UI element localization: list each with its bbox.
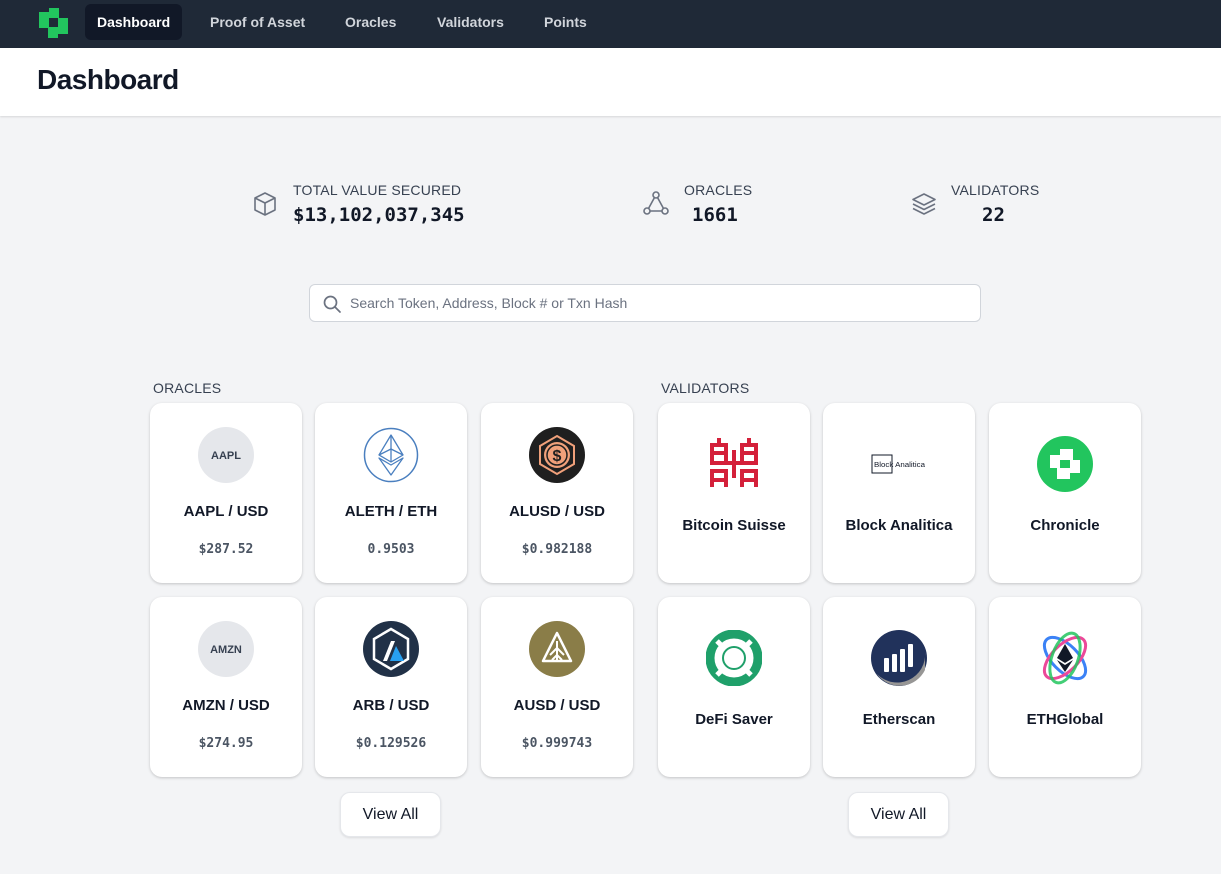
validators-section-title: VALIDATORS	[661, 380, 750, 396]
oracle-card-amzn-usd[interactable]: AMZN AMZN / USD $274.95	[150, 597, 302, 777]
aapl-logo-text: AAPL	[211, 450, 241, 462]
validator-card-bitcoin-suisse[interactable]: Bitcoin Suisse	[658, 403, 810, 583]
alusd-icon: $	[529, 427, 585, 483]
oracle-price: $274.95	[198, 736, 254, 751]
oracle-price: $0.982188	[521, 542, 593, 557]
aapl-logo-icon: AAPL	[198, 427, 254, 483]
oracle-card-aapl-usd[interactable]: AAPL AAPL / USD $287.52	[150, 403, 302, 583]
oracle-pair-name: ARB / USD	[352, 697, 430, 714]
nav-item-points[interactable]: Points	[532, 4, 599, 40]
oracle-card-aleth-eth[interactable]: ALETH / ETH 0.9503	[315, 403, 467, 583]
nav-item-validators[interactable]: Validators	[425, 4, 516, 40]
search-icon	[323, 295, 341, 313]
oracle-price: $287.52	[198, 542, 254, 557]
stat-label: ORACLES	[684, 182, 753, 198]
bitcoin-suisse-icon	[710, 438, 758, 488]
oracle-price: $0.129526	[355, 736, 427, 751]
block-analitica-logo-text: Block Analitica	[874, 462, 925, 469]
nodes-icon	[643, 191, 669, 215]
nav-item-proof-of-asset[interactable]: Proof of Asset	[198, 4, 317, 40]
validator-name: Chronicle	[1030, 517, 1100, 534]
ethglobal-icon	[1042, 631, 1088, 685]
etherscan-icon	[871, 630, 927, 686]
oracle-pair-name: AMZN / USD	[182, 697, 270, 714]
oracle-card-arb-usd[interactable]: ARB / USD $0.129526	[315, 597, 467, 777]
oracles-view-all-button[interactable]: View All	[340, 792, 441, 837]
validator-name: Etherscan	[862, 711, 936, 728]
page-title: Dashboard	[37, 64, 179, 95]
nav-item-dashboard[interactable]: Dashboard	[85, 4, 183, 40]
nav-item-oracles[interactable]: Oracles	[333, 4, 408, 40]
stat-label: VALIDATORS	[951, 182, 1040, 198]
top-nav: Dashboard Proof of Asset Oracles Validat…	[0, 0, 1221, 48]
validator-card-block-analitica[interactable]: Block Analitica Block Analitica	[823, 403, 975, 583]
defi-saver-icon	[706, 630, 762, 686]
oracle-pair-name: AAPL / USD	[183, 503, 269, 520]
oracle-pair-name: ALETH / ETH	[344, 503, 438, 520]
ausd-icon	[529, 621, 585, 677]
stat-value: 1661	[692, 204, 738, 226]
stat-value: 22	[982, 204, 1005, 226]
chronicle-logo-icon[interactable]	[37, 6, 70, 39]
page-header: Dashboard	[0, 48, 1221, 116]
validator-name: Block Analitica	[845, 517, 953, 534]
validator-name: ETHGlobal	[1026, 711, 1104, 728]
cube-icon	[254, 192, 276, 216]
stat-value: $13,102,037,345	[293, 204, 465, 226]
layers-icon	[912, 193, 936, 215]
search-box[interactable]	[309, 284, 981, 322]
validator-name: DeFi Saver	[695, 711, 773, 728]
oracle-pair-name: AUSD / USD	[513, 697, 601, 714]
oracle-card-alusd-usd[interactable]: $ ALUSD / USD $0.982188	[481, 403, 633, 583]
oracle-price: 0.9503	[367, 542, 415, 557]
oracle-pair-name: ALUSD / USD	[509, 503, 605, 520]
ethereum-icon	[363, 427, 419, 483]
svg-text:$: $	[553, 448, 562, 465]
amzn-logo-icon: AMZN	[198, 621, 254, 677]
chronicle-icon	[1037, 436, 1093, 492]
oracles-section-title: ORACLES	[153, 380, 222, 396]
validator-card-ethglobal[interactable]: ETHGlobal	[989, 597, 1141, 777]
amzn-logo-text: AMZN	[210, 644, 242, 656]
arbitrum-icon	[363, 621, 419, 677]
oracle-price: $0.999743	[521, 736, 593, 751]
validator-card-defi-saver[interactable]: DeFi Saver	[658, 597, 810, 777]
validators-view-all-button[interactable]: View All	[848, 792, 949, 837]
validator-name: Bitcoin Suisse	[682, 517, 786, 534]
validator-card-chronicle[interactable]: Chronicle	[989, 403, 1141, 583]
block-analitica-icon: Block Analitica	[871, 454, 925, 474]
validator-card-etherscan[interactable]: Etherscan	[823, 597, 975, 777]
oracle-card-ausd-usd[interactable]: AUSD / USD $0.999743	[481, 597, 633, 777]
search-input[interactable]	[350, 285, 970, 321]
stat-label: TOTAL VALUE SECURED	[293, 182, 462, 198]
